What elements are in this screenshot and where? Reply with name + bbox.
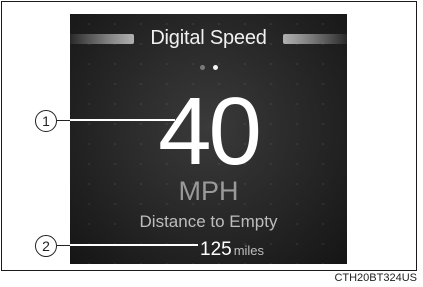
- speed-unit: MPH: [178, 176, 239, 206]
- distance-to-empty-readout: 125 miles: [200, 239, 264, 261]
- screen-title: Digital Speed: [150, 27, 267, 49]
- instrument-display: Digital Speed 40 MPH Distance to Empty 1…: [70, 14, 347, 264]
- page-dot-1: [199, 65, 205, 70]
- distance-to-empty-value: 125: [200, 239, 232, 260]
- callout-1: 1: [35, 110, 57, 132]
- figure-code: CTH20BT324US: [334, 272, 417, 284]
- callout-2: 2: [35, 235, 57, 257]
- speed-value: 40: [158, 78, 262, 185]
- distance-to-empty-label: Distance to Empty: [139, 212, 278, 231]
- callout-1-leader-outside: [57, 120, 71, 121]
- page-dot-2-active: [212, 65, 218, 70]
- distance-to-empty-unit: miles: [233, 243, 265, 258]
- callout-2-leader: [70, 244, 198, 246]
- callout-1-leader: [70, 119, 175, 121]
- callout-2-leader-outside: [57, 245, 71, 246]
- figure-frame: Digital Speed 40 MPH Distance to Empty 1…: [1, 1, 417, 271]
- page-indicator: [70, 57, 347, 75]
